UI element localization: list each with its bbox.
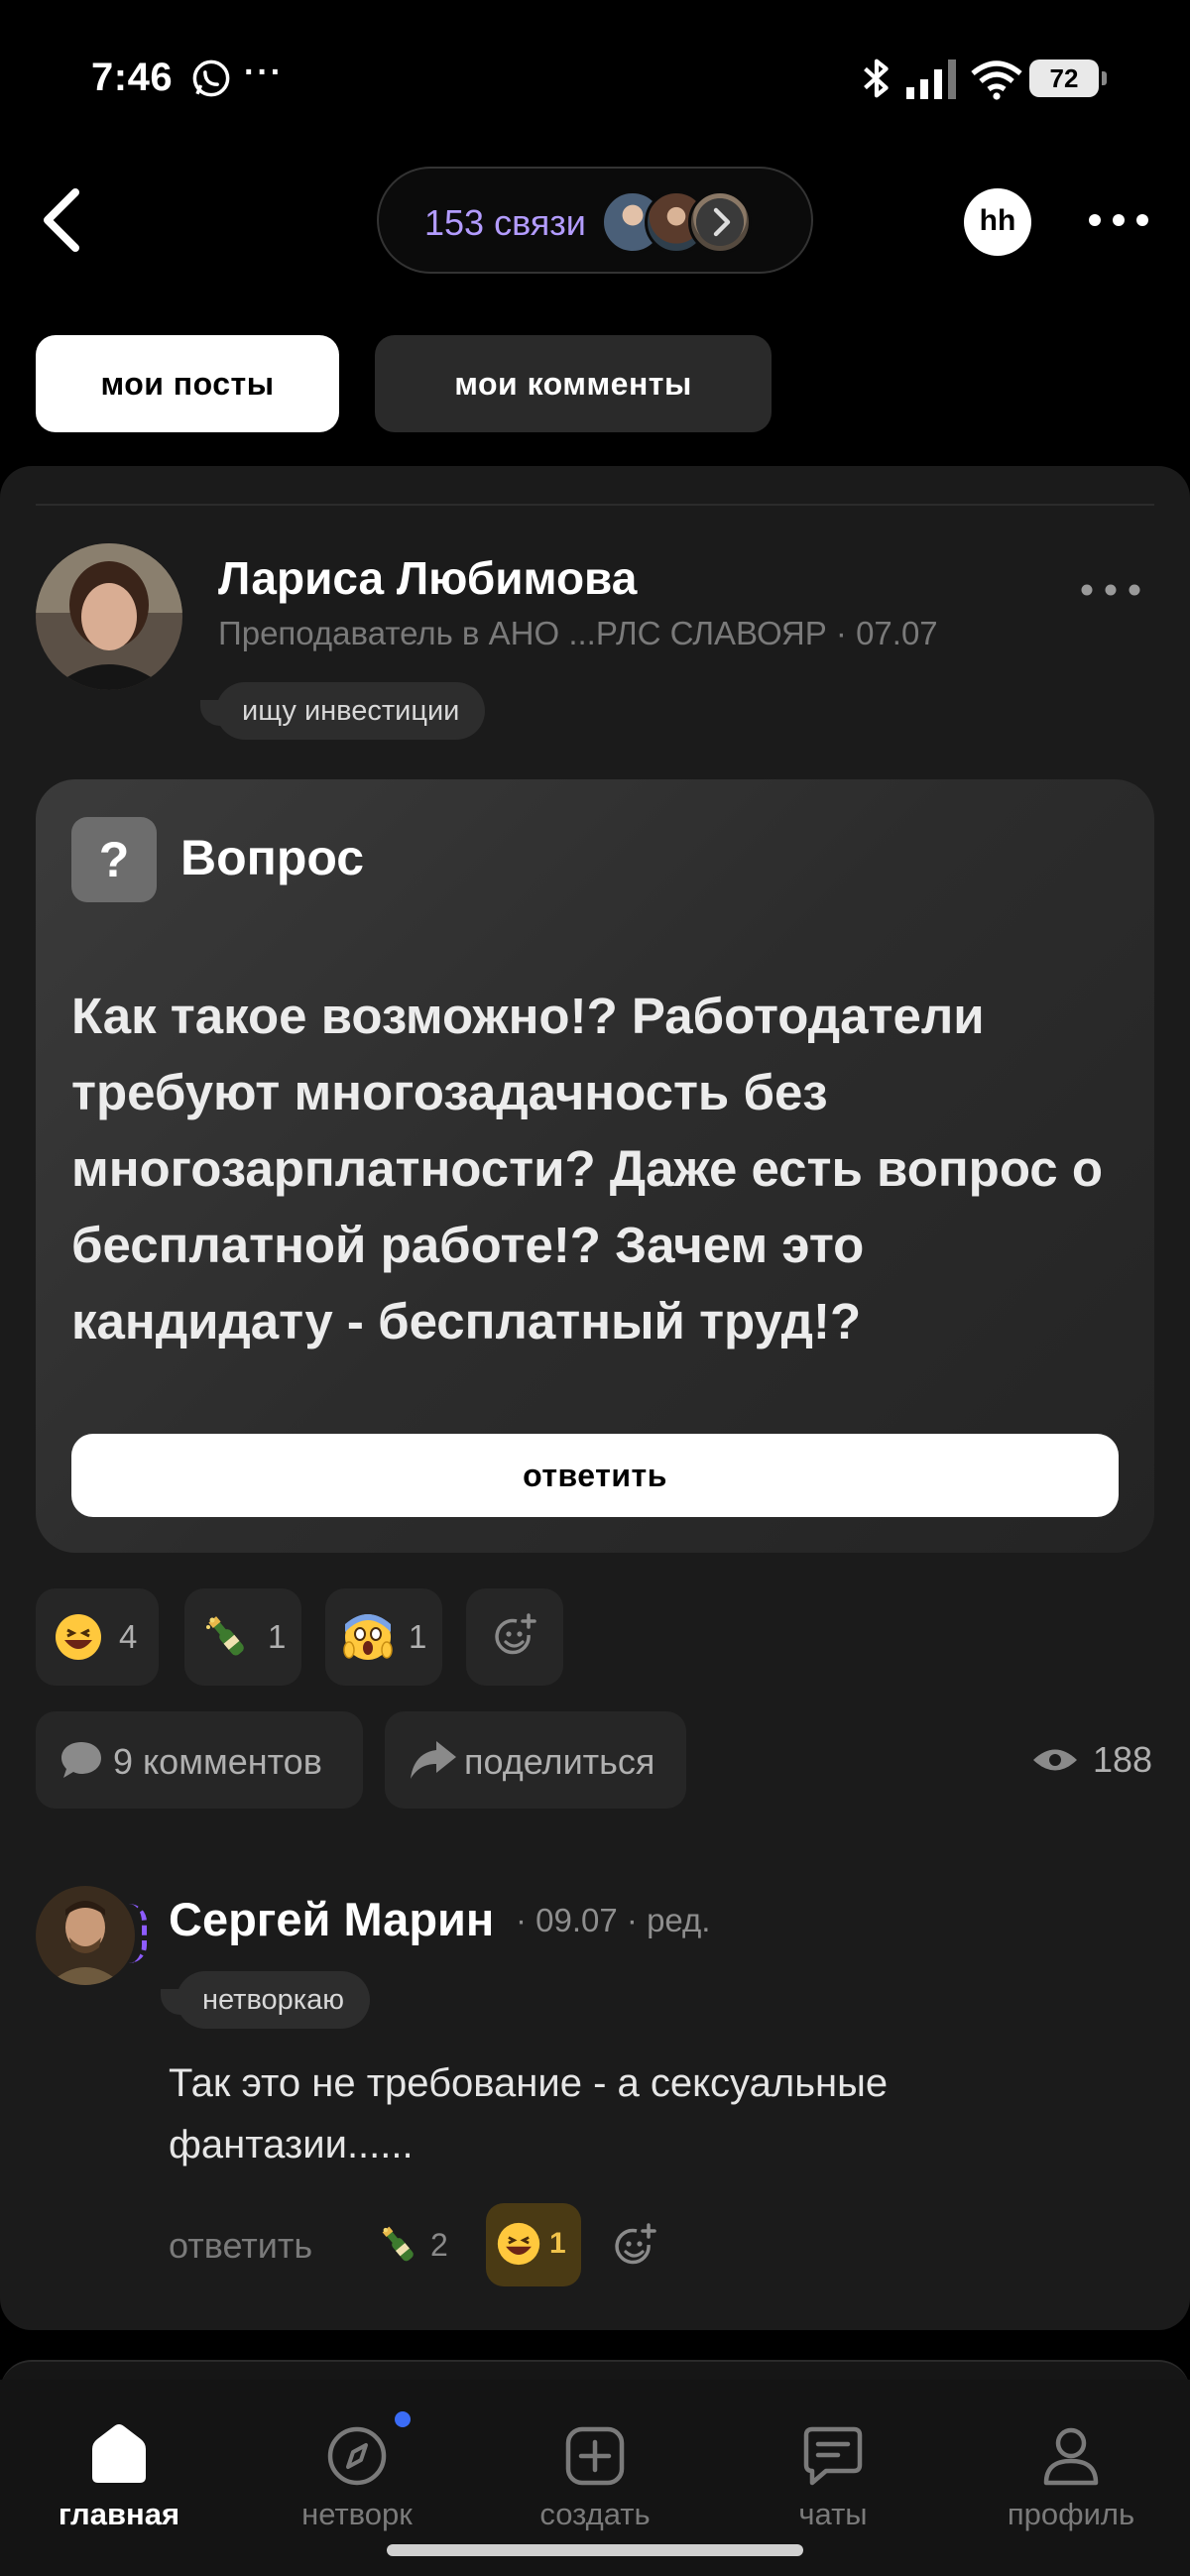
- hh-logo[interactable]: hh: [964, 188, 1031, 256]
- connections-button[interactable]: 153 связи: [377, 167, 813, 274]
- nav-create-label: создать: [539, 2497, 651, 2531]
- wifi-icon: [971, 60, 1022, 100]
- nav-create[interactable]: создать: [476, 2380, 714, 2568]
- answer-button[interactable]: ответить: [71, 1434, 1119, 1517]
- status-overflow-dots: ···: [244, 54, 284, 91]
- question-text: Как такое возможно!? Работодатели требую…: [71, 988, 1103, 1349]
- share-button[interactable]: поделиться: [385, 1711, 686, 1809]
- screaming-face-icon: [343, 1614, 393, 1660]
- back-button[interactable]: [36, 180, 95, 260]
- reaction-champagne[interactable]: 1: [184, 1588, 301, 1686]
- author-status-tag: ищу инвестиции: [199, 682, 486, 740]
- nav-profile-label: профиль: [1007, 2497, 1135, 2531]
- nav-network-label: нетворк: [301, 2497, 413, 2531]
- author-avatar[interactable]: [36, 543, 182, 690]
- add-emoji-icon: [495, 1613, 536, 1655]
- signal-icon: [906, 59, 956, 99]
- nav-network[interactable]: нетворк: [238, 2380, 476, 2568]
- comment-text: Так это не требование - а сексуальные фа…: [169, 2061, 889, 2166]
- chat-icon: [803, 2426, 863, 2486]
- grinning-face-icon: [56, 1614, 101, 1660]
- reaction-screaming[interactable]: 1: [325, 1588, 442, 1686]
- reaction-count: 1: [549, 2227, 566, 2260]
- nav-home[interactable]: главная: [0, 2380, 238, 2568]
- reaction-grinning[interactable]: 4: [36, 1588, 159, 1686]
- add-emoji-icon[interactable]: [611, 2223, 658, 2271]
- chevron-right-icon: [696, 198, 744, 246]
- commenter-status-tag: нетворкаю: [160, 1971, 371, 2029]
- home-icon: [92, 2424, 146, 2483]
- tab-my-comments[interactable]: мои комменты: [375, 335, 772, 432]
- story-ring: [129, 1904, 147, 1963]
- nav-profile[interactable]: профиль: [952, 2380, 1190, 2568]
- bluetooth-icon: [864, 59, 889, 98]
- add-reaction-button[interactable]: [466, 1588, 563, 1686]
- question-block: ? Вопрос Как такое возможно!? Работодате…: [36, 779, 1154, 1553]
- comments-button[interactable]: 9 комментов: [36, 1711, 363, 1809]
- status-time: 7:46: [91, 56, 174, 99]
- avatar-photo: [36, 543, 182, 690]
- commenter-name[interactable]: Сергей Марин: [169, 1892, 494, 1946]
- battery-indicator: 72: [1029, 59, 1107, 97]
- avatar-photo: [36, 1886, 135, 1985]
- reaction-count: 4: [119, 1618, 138, 1655]
- comment-meta: · 09.07 · ред.: [516, 1902, 711, 1938]
- author-name[interactable]: Лариса Любимова: [218, 551, 637, 605]
- connections-label: 153 связи: [424, 202, 586, 243]
- views-count: 188: [1093, 1739, 1153, 1780]
- profile-icon: [1043, 2427, 1099, 2486]
- share-label: поделиться: [464, 1741, 655, 1782]
- comment-reaction-grinning[interactable]: 1: [486, 2203, 581, 2286]
- divider: [36, 504, 1154, 506]
- bottom-navigation: главная нетворк создать чаты профиль: [0, 2380, 1190, 2576]
- grinning-face-icon: [497, 2222, 540, 2266]
- question-label: Вопрос: [180, 830, 365, 885]
- author-meta: Преподаватель в АНО ...РЛС СЛАВОЯР · 07.…: [218, 615, 938, 651]
- eye-icon: [1033, 1749, 1077, 1771]
- app-screen: 7:46 ··· 72 153 связи hh мои посты мои к…: [0, 0, 1190, 2576]
- reaction-count: 1: [409, 1618, 427, 1655]
- post-reactions: 4 1 1: [36, 1588, 730, 1688]
- nav-home-label: главная: [58, 2497, 180, 2531]
- status-bar: 7:46 ··· 72: [0, 0, 1190, 159]
- comment-reply-button[interactable]: ответить: [169, 2225, 312, 2267]
- whatsapp-icon: [192, 59, 230, 97]
- champagne-bottle-icon: [382, 2226, 414, 2262]
- post-card: Лариса Любимова Преподаватель в АНО ...Р…: [0, 466, 1190, 2330]
- commenter-avatar[interactable]: [36, 1886, 135, 1985]
- champagne-bottle-icon: [206, 1616, 244, 1656]
- plus-square-icon: [565, 2426, 625, 2486]
- reaction-count: 2: [430, 2227, 448, 2263]
- nav-chats[interactable]: чаты: [714, 2380, 952, 2568]
- home-indicator[interactable]: [387, 2544, 803, 2556]
- reaction-count: 1: [268, 1618, 287, 1655]
- tab-my-posts[interactable]: мои посты: [36, 335, 339, 432]
- comment-bubble-icon: [61, 1742, 101, 1778]
- views-counter: 188: [1031, 1739, 1160, 1787]
- question-icon: ?: [71, 817, 157, 902]
- nav-chats-label: чаты: [798, 2497, 868, 2531]
- post-more-icon[interactable]: [1079, 577, 1142, 603]
- more-menu-icon[interactable]: [1087, 204, 1150, 236]
- compass-icon: [327, 2426, 387, 2486]
- comment-reaction-champagne[interactable]: 2: [377, 2221, 456, 2271]
- comments-label: 9 комментов: [113, 1741, 322, 1782]
- notification-badge: [395, 2411, 411, 2427]
- share-arrow-icon: [411, 1741, 456, 1779]
